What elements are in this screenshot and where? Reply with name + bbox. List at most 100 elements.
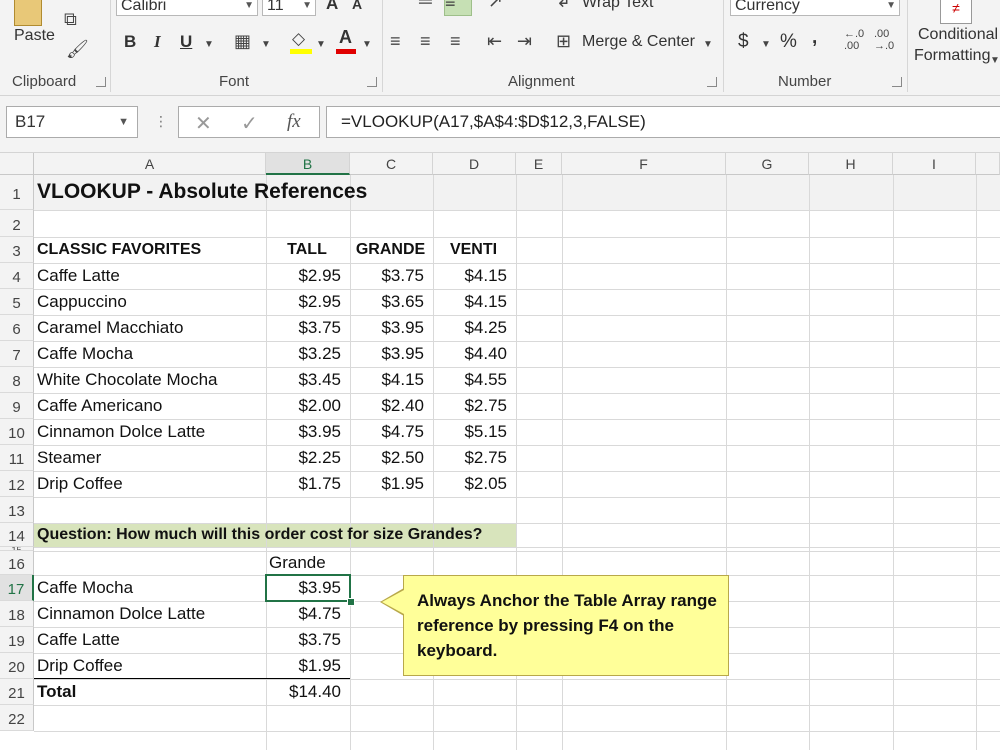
row-header-6[interactable]: 6 xyxy=(0,315,34,341)
paste-icon[interactable] xyxy=(14,0,42,26)
table-header-cell[interactable]: GRANDE xyxy=(353,237,428,263)
table-header-cell[interactable]: TALL xyxy=(269,237,345,263)
order-header-cell[interactable]: Grande xyxy=(269,550,345,576)
row-header-22[interactable]: 22 xyxy=(0,705,34,731)
select-all-corner[interactable] xyxy=(0,153,34,175)
column-header-b[interactable]: B xyxy=(266,153,350,175)
row-header-9[interactable]: 9 xyxy=(0,393,34,419)
column-header-h[interactable]: H xyxy=(809,153,893,175)
menu-price-cell[interactable]: $1.75 xyxy=(269,471,341,497)
column-header-extra[interactable] xyxy=(976,153,1000,175)
menu-price-cell[interactable]: $4.15 xyxy=(436,263,507,289)
orientation-icon[interactable]: ↗ xyxy=(488,0,503,10)
column-header-c[interactable]: C xyxy=(350,153,433,175)
comma-style-button[interactable]: , xyxy=(812,27,817,49)
column-header-d[interactable]: D xyxy=(433,153,516,175)
menu-item-name[interactable]: Caffe Latte xyxy=(37,263,261,289)
row-header-1[interactable]: 1 xyxy=(0,175,34,210)
menu-item-name[interactable]: White Chocolate Mocha xyxy=(37,367,261,393)
menu-price-cell[interactable]: $1.95 xyxy=(353,471,424,497)
total-value[interactable]: $14.40 xyxy=(269,679,341,705)
menu-price-cell[interactable]: $2.40 xyxy=(353,393,424,419)
menu-price-cell[interactable]: $3.75 xyxy=(269,315,341,341)
menu-price-cell[interactable]: $2.25 xyxy=(269,445,341,471)
menu-item-name[interactable]: Drip Coffee xyxy=(37,471,261,497)
conditional-formatting-icon[interactable]: ≠ xyxy=(940,0,972,24)
menu-item-name[interactable]: Steamer xyxy=(37,445,261,471)
chevron-down-icon[interactable]: ▼ xyxy=(703,36,713,54)
menu-price-cell[interactable]: $3.95 xyxy=(269,419,341,445)
underline-button[interactable]: U xyxy=(180,32,192,52)
row-header-10[interactable]: 10 xyxy=(0,419,34,445)
paste-button[interactable]: Paste xyxy=(14,27,55,45)
table-header-cell[interactable]: VENTI xyxy=(436,237,511,263)
menu-price-cell[interactable]: $4.15 xyxy=(436,289,507,315)
grow-font-button[interactable]: A xyxy=(326,0,338,14)
order-item-name[interactable]: Cinnamon Dolce Latte xyxy=(37,601,261,627)
menu-price-cell[interactable]: $3.45 xyxy=(269,367,341,393)
menu-price-cell[interactable]: $3.95 xyxy=(353,341,424,367)
order-item-name[interactable]: Drip Coffee xyxy=(37,653,261,679)
format-painter-icon[interactable]: 🖌 xyxy=(66,40,89,58)
row-header-11[interactable]: 11 xyxy=(0,445,34,471)
chevron-down-icon[interactable]: ▼ xyxy=(362,36,372,54)
menu-price-cell[interactable]: $5.15 xyxy=(436,419,507,445)
chevron-down-icon[interactable]: ▼ xyxy=(244,0,254,15)
shrink-font-button[interactable]: A xyxy=(352,0,362,12)
percent-style-button[interactable]: % xyxy=(780,31,797,53)
borders-icon[interactable]: ▦ xyxy=(234,32,251,50)
row-header-19[interactable]: 19 xyxy=(0,627,34,653)
name-box[interactable]: B17 ▼ xyxy=(6,106,138,138)
row-header-17[interactable]: 17 xyxy=(0,575,34,601)
wrap-text-icon[interactable]: ↲ xyxy=(556,0,571,10)
row-header-3[interactable]: 3 xyxy=(0,237,34,263)
cancel-icon[interactable]: ✕ xyxy=(195,111,212,136)
increase-indent-icon[interactable]: ⇥ xyxy=(517,32,532,50)
order-price-cell[interactable]: $3.75 xyxy=(269,627,341,653)
chevron-down-icon[interactable]: ▼ xyxy=(261,36,271,54)
clipboard-launcher-icon[interactable] xyxy=(96,77,106,87)
menu-price-cell[interactable]: $4.15 xyxy=(353,367,424,393)
menu-item-name[interactable]: Caramel Macchiato xyxy=(37,315,261,341)
chevron-down-icon[interactable]: ▼ xyxy=(204,36,214,54)
menu-price-cell[interactable]: $4.40 xyxy=(436,341,507,367)
formula-input[interactable]: =VLOOKUP(A17,$A$4:$D$12,3,FALSE) xyxy=(326,106,1000,138)
menu-item-name[interactable]: Caffe Americano xyxy=(37,393,261,419)
menu-price-cell[interactable]: $2.00 xyxy=(269,393,341,419)
font-name-combo[interactable]: Calibri ▼ xyxy=(116,0,258,16)
font-size-combo[interactable]: 11 ▼ xyxy=(262,0,316,16)
row-header-21[interactable]: 21 xyxy=(0,679,34,705)
order-item-name[interactable]: Caffe Latte xyxy=(37,627,261,653)
menu-price-cell[interactable]: $2.75 xyxy=(436,445,507,471)
menu-price-cell[interactable]: $4.75 xyxy=(353,419,424,445)
row-header-8[interactable]: 8 xyxy=(0,367,34,393)
menu-price-cell[interactable]: $3.95 xyxy=(353,315,424,341)
menu-item-name[interactable]: Cappuccino xyxy=(37,289,261,315)
column-header-i[interactable]: I xyxy=(893,153,976,175)
chevron-down-icon[interactable]: ▼ xyxy=(761,36,771,54)
bold-button[interactable]: B xyxy=(124,32,136,52)
increase-decimal-icon[interactable]: ←.0.00 xyxy=(844,28,864,52)
menu-price-cell[interactable]: $2.75 xyxy=(436,393,507,419)
align-top-icon[interactable]: ═ xyxy=(419,0,432,10)
decrease-decimal-icon[interactable]: .00 →.0 xyxy=(874,28,894,52)
number-format-combo[interactable]: Currency ▼ xyxy=(730,0,900,16)
conditional-formatting-button[interactable]: Conditional xyxy=(918,26,998,44)
column-header-e[interactable]: E xyxy=(516,153,562,175)
sheet-title[interactable]: VLOOKUP - Absolute References xyxy=(37,177,637,207)
merge-center-icon[interactable]: ⊞ xyxy=(556,32,571,50)
font-launcher-icon[interactable] xyxy=(367,77,377,87)
row-header-16[interactable]: 16 xyxy=(0,551,34,575)
conditional-formatting-button-line2[interactable]: Formatting xyxy=(914,47,990,65)
menu-price-cell[interactable]: $3.25 xyxy=(269,341,341,367)
align-middle-icon[interactable]: ≡ xyxy=(444,0,472,16)
fill-color-icon[interactable]: ◇ xyxy=(290,30,312,54)
menu-price-cell[interactable]: $2.50 xyxy=(353,445,424,471)
menu-price-cell[interactable]: $3.75 xyxy=(353,263,424,289)
more-options-icon[interactable]: ⋮ xyxy=(154,112,168,130)
table-header-cell[interactable]: CLASSIC FAVORITES xyxy=(37,237,261,263)
row-header-7[interactable]: 7 xyxy=(0,341,34,367)
fill-handle[interactable] xyxy=(347,598,355,606)
menu-price-cell[interactable]: $4.25 xyxy=(436,315,507,341)
menu-item-name[interactable]: Cinnamon Dolce Latte xyxy=(37,419,261,445)
